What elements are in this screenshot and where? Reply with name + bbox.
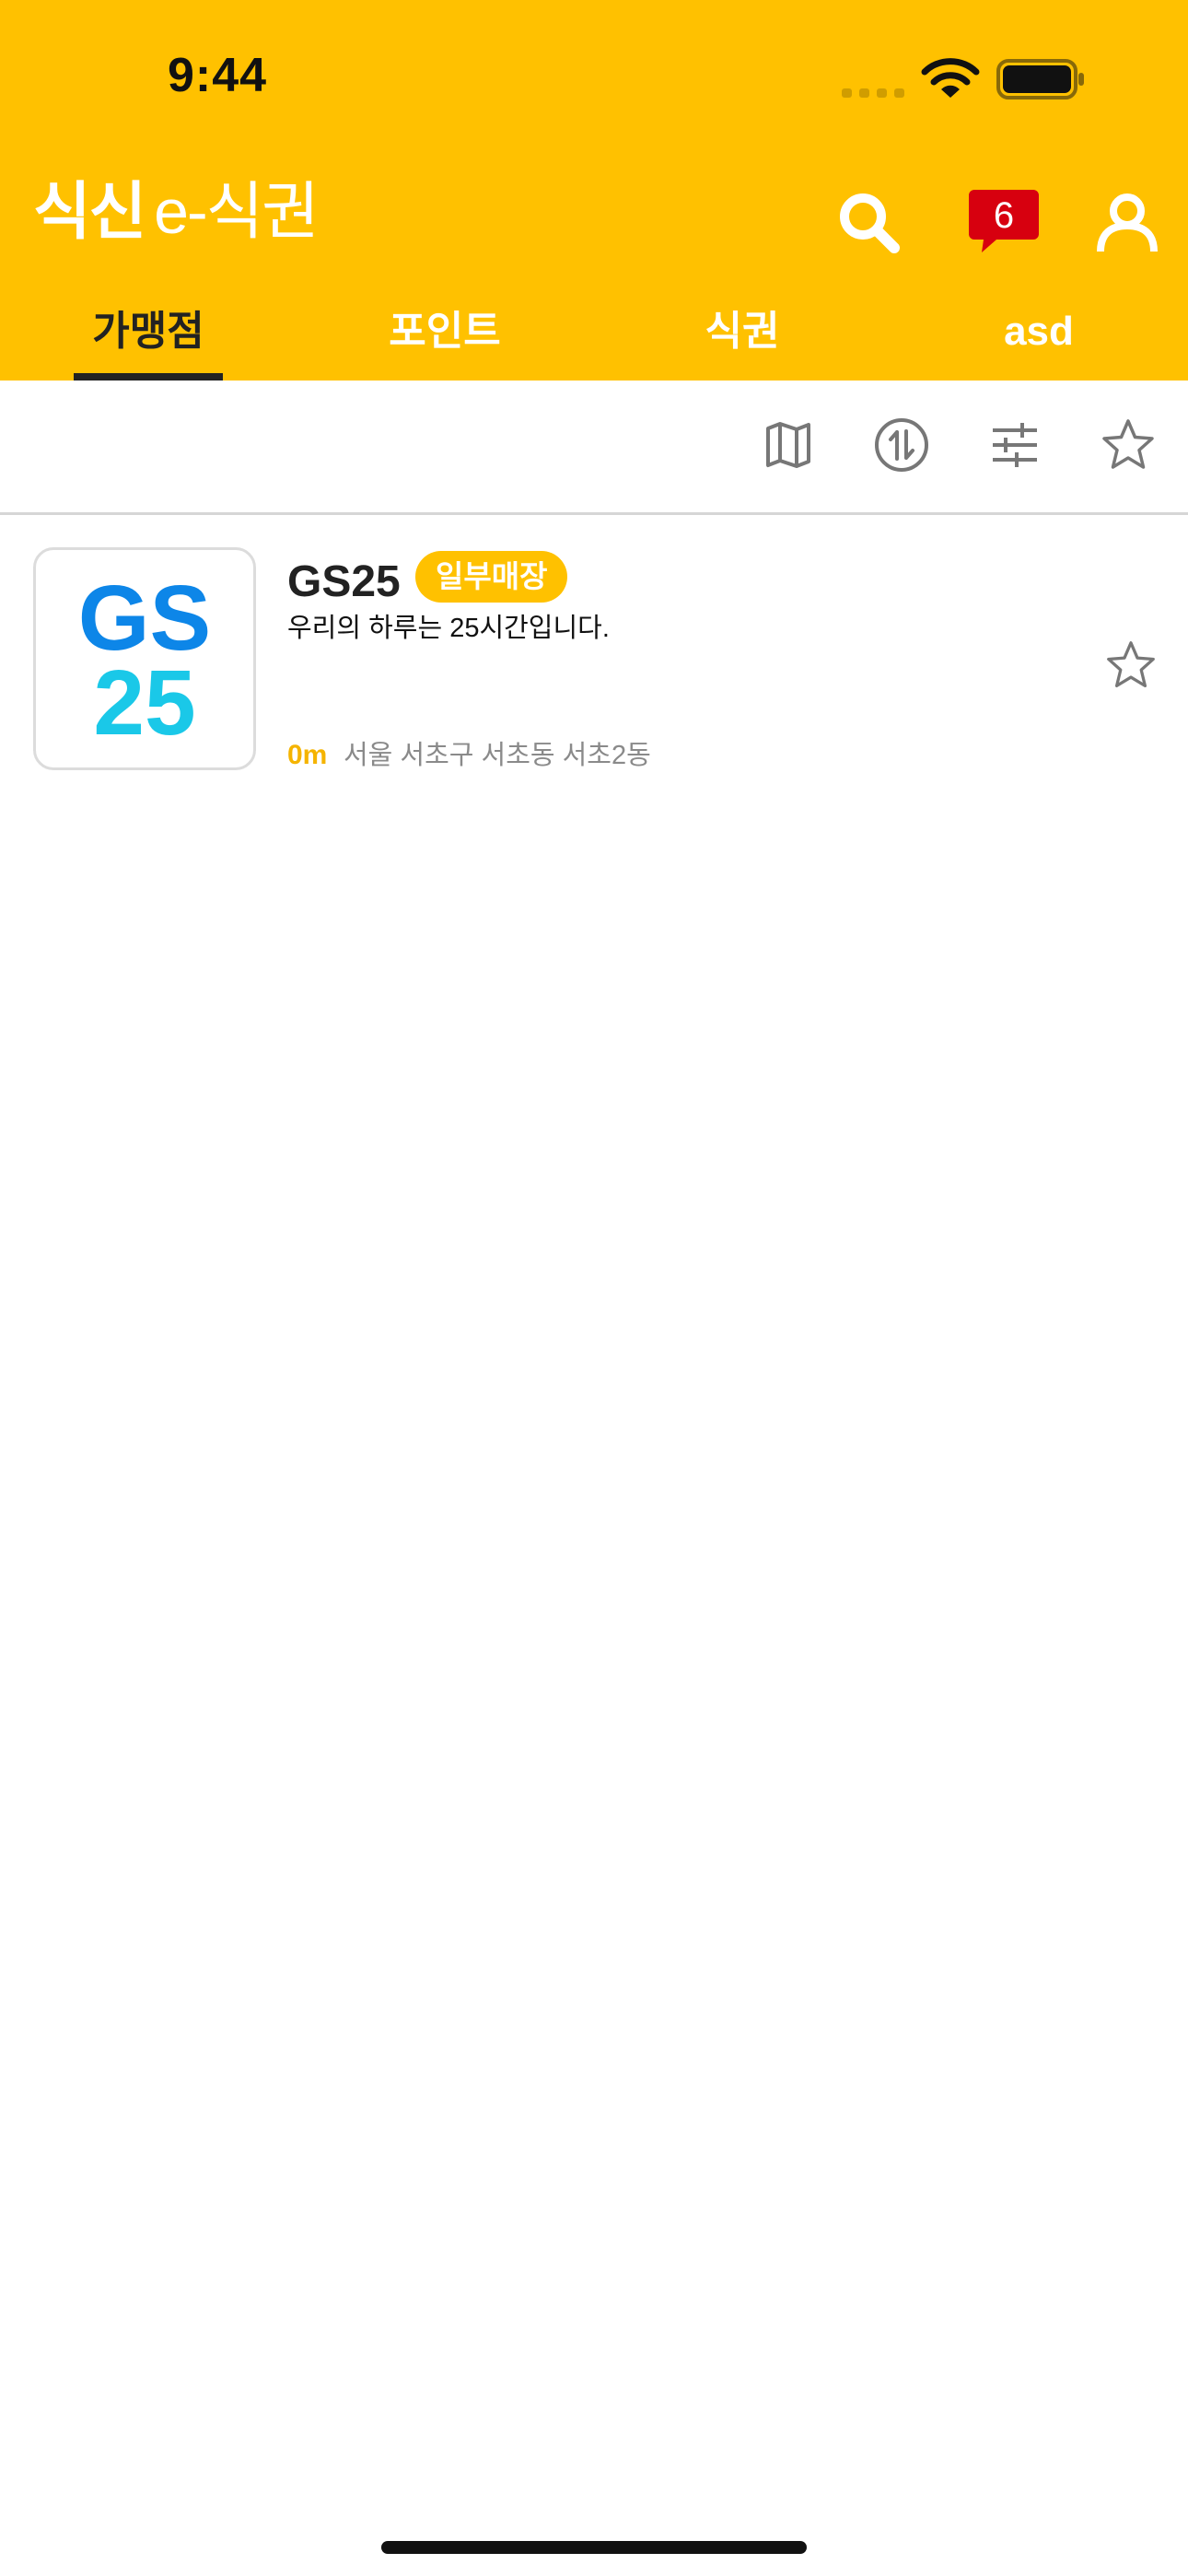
store-tag-badge: 일부매장	[415, 551, 568, 603]
favorites-filter-button[interactable]	[1091, 408, 1165, 482]
store-name: GS25	[287, 557, 401, 606]
map-icon	[766, 422, 810, 468]
profile-icon	[1097, 193, 1158, 252]
wifi-icon	[921, 58, 980, 98]
home-indicator[interactable]	[381, 2541, 807, 2554]
status-time: 9:44	[168, 49, 268, 102]
profile-button[interactable]	[1085, 181, 1170, 265]
tab-merchants[interactable]: 가맹점	[74, 295, 223, 381]
store-logo: GS 25	[33, 547, 256, 770]
tab-points[interactable]: 포인트	[353, 295, 537, 381]
sort-button[interactable]	[865, 408, 938, 482]
star-outline-icon	[1107, 641, 1155, 688]
logo-text-bottom: 25	[93, 651, 195, 755]
search-button[interactable]	[827, 181, 912, 265]
star-outline-icon	[1102, 419, 1154, 469]
active-tab-indicator	[74, 373, 223, 381]
logo-main: 식신	[33, 177, 146, 247]
tab-meal-tickets[interactable]: 식권	[650, 295, 834, 381]
logo-sub: e-식권	[154, 177, 320, 247]
store-favorite-button[interactable]	[1094, 628, 1168, 702]
main-tabs: 가맹점 포인트 식권 asd	[0, 295, 1188, 381]
tab-asd[interactable]: asd	[947, 295, 1131, 381]
notification-count: 6	[993, 195, 1015, 236]
battery-icon	[996, 59, 1084, 100]
filter-icon	[993, 423, 1037, 467]
filter-button[interactable]	[978, 408, 1052, 482]
store-distance: 0m	[287, 740, 328, 770]
notification-button[interactable]: 6	[961, 181, 1046, 265]
sort-icon	[875, 418, 928, 472]
cellular-signal-icon	[842, 88, 904, 98]
store-address: 서울 서초구 서초동 서초2동	[344, 741, 651, 770]
app-header: 9:44 식신 e-식권 6 가맹점 포인트 식권 asd	[0, 0, 1188, 381]
search-icon	[840, 193, 900, 253]
store-description: 우리의 하루는 25시간입니다.	[287, 614, 610, 643]
gs25-logo-icon: GS 25	[78, 567, 211, 755]
store-list-item[interactable]: GS 25 GS25 일부매장 우리의 하루는 25시간입니다. 0m 서울 서…	[0, 545, 1188, 776]
map-view-button[interactable]	[751, 408, 825, 482]
list-toolbar	[0, 381, 1188, 515]
chat-badge: 6	[967, 186, 1041, 260]
app-logo: 식신 e-식권	[33, 181, 320, 243]
